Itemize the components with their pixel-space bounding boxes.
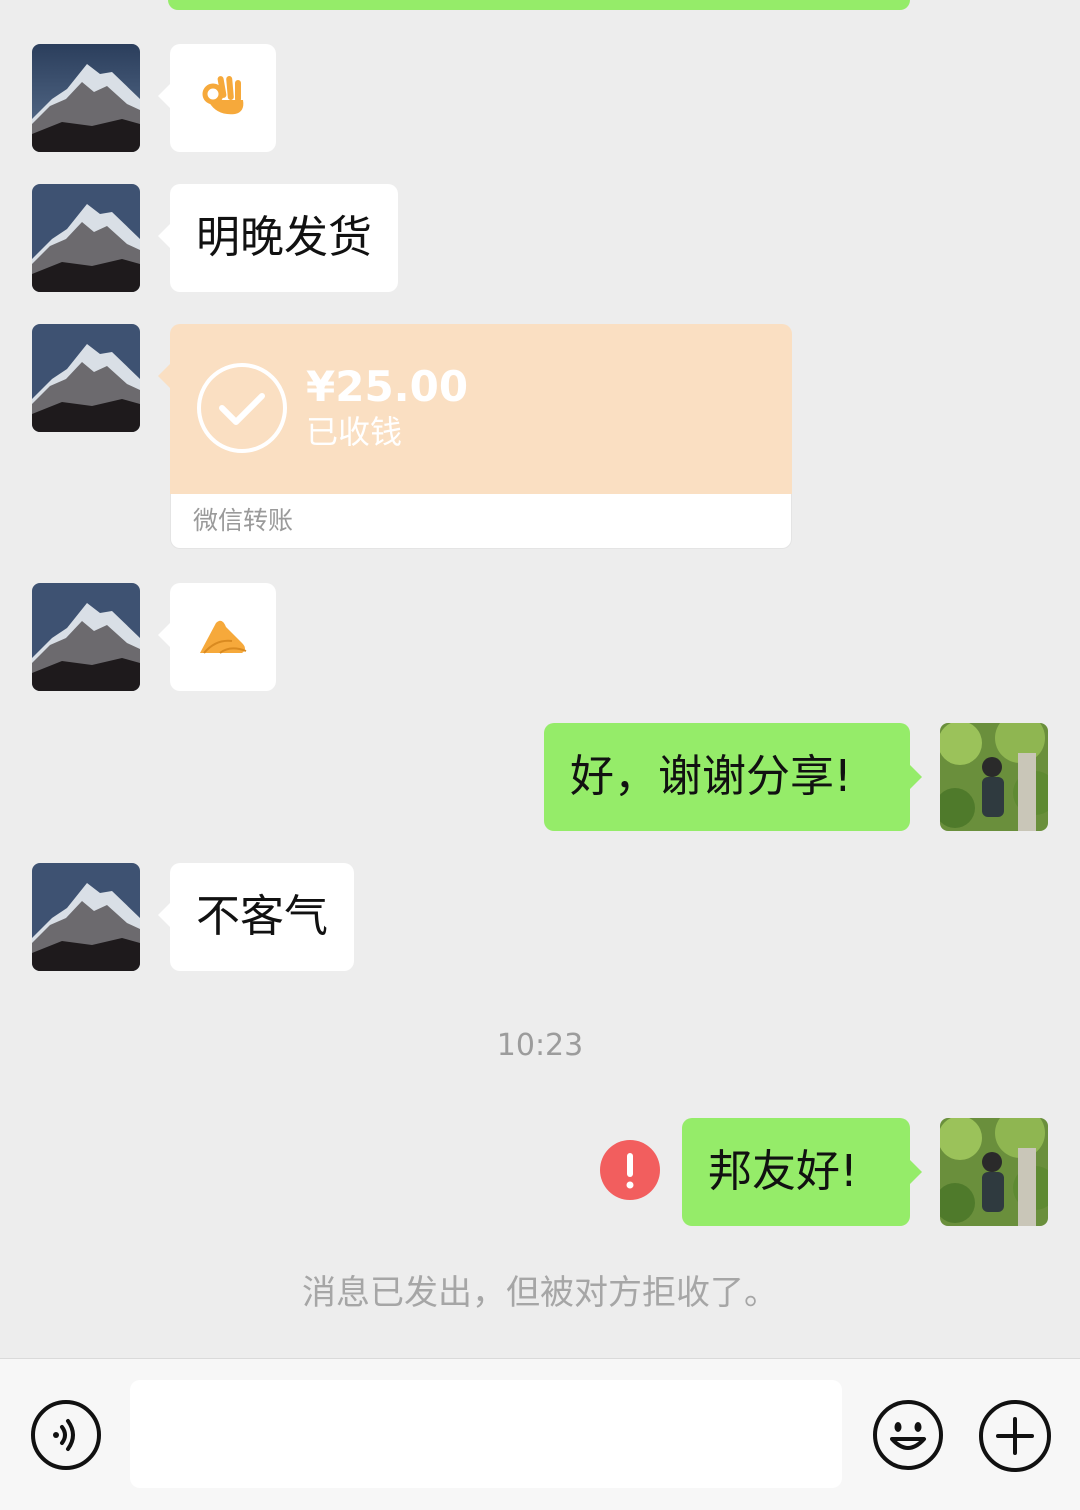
check-circle-icon xyxy=(196,362,288,458)
contact-avatar[interactable] xyxy=(32,324,140,432)
message-bubble-outgoing[interactable]: 好，谢谢分享! xyxy=(544,723,922,831)
ok-hand-icon xyxy=(197,70,249,126)
transfer-status: 已收钱 xyxy=(306,413,403,451)
contact-avatar[interactable] xyxy=(32,44,140,152)
message-bubble-outgoing[interactable] xyxy=(168,0,910,10)
contact-avatar[interactable] xyxy=(32,184,140,292)
message-text: 明晚发货 xyxy=(196,212,372,263)
message-bubble-incoming[interactable]: 不客气 xyxy=(158,863,354,971)
voice-input-button[interactable] xyxy=(30,1399,102,1471)
message-text: 好，谢谢分享! xyxy=(570,751,852,802)
message-input[interactable] xyxy=(130,1380,842,1488)
pinched-hand-icon xyxy=(196,613,250,661)
plus-icon[interactable] xyxy=(978,1399,1052,1473)
system-notice: 消息已发出，但被对方拒收了。 xyxy=(302,1273,778,1313)
transfer-footer: 微信转账 xyxy=(170,494,792,549)
message-text: 不客气 xyxy=(196,891,328,942)
transfer-label: 微信转账 xyxy=(193,506,294,535)
transfer-card-body: ¥25.00 已收钱 xyxy=(158,324,792,494)
transfer-amount: ¥25.00 xyxy=(306,362,469,411)
contact-avatar[interactable] xyxy=(32,863,140,971)
timestamp: 10:23 xyxy=(496,1028,584,1063)
message-bubble-incoming[interactable] xyxy=(158,583,276,691)
message-bubble-incoming[interactable]: 明晚发货 xyxy=(158,184,398,292)
send-failed-icon[interactable] xyxy=(600,1140,660,1200)
contact-avatar[interactable] xyxy=(32,583,140,691)
transfer-card[interactable]: ¥25.00 已收钱 微信转账 xyxy=(158,324,792,549)
message-bubble-outgoing[interactable]: 邦友好! xyxy=(682,1118,922,1226)
my-avatar[interactable] xyxy=(940,723,1048,831)
message-text: 邦友好! xyxy=(708,1146,858,1197)
emoji-button[interactable] xyxy=(872,1399,944,1471)
message-bubble-incoming[interactable] xyxy=(158,44,276,152)
my-avatar[interactable] xyxy=(940,1118,1048,1226)
